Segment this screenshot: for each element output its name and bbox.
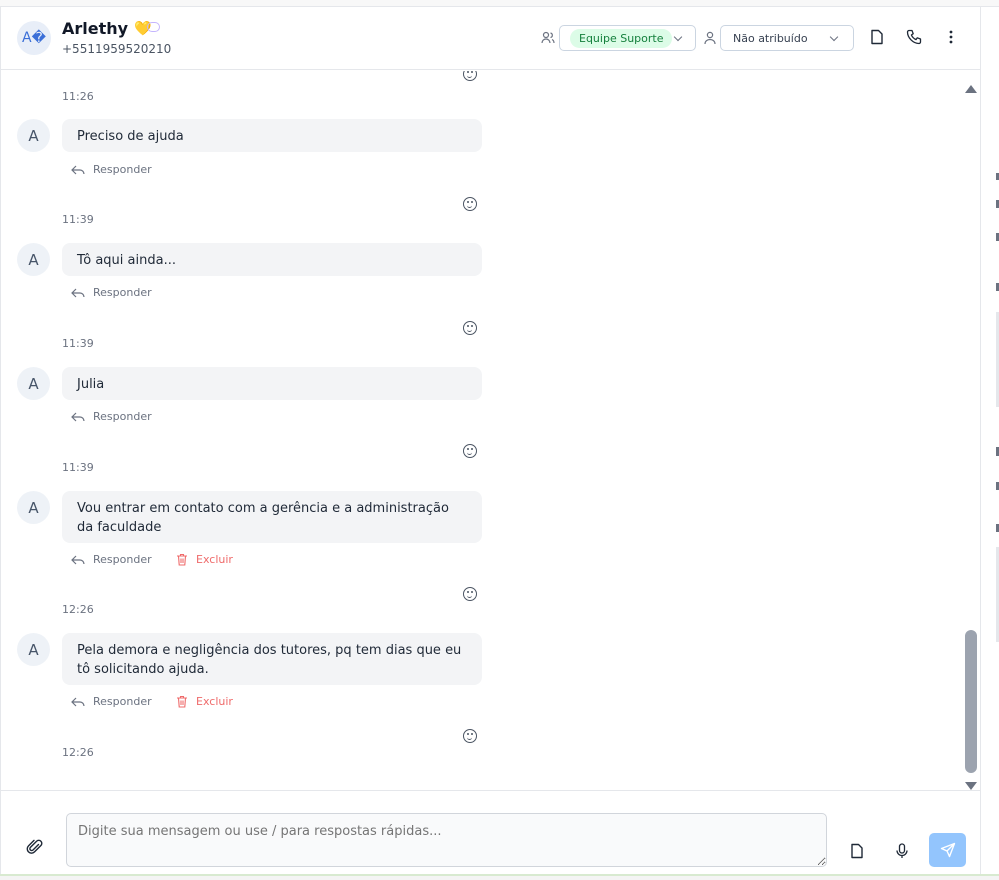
reply-label: Responder <box>93 286 152 299</box>
sender-avatar: A <box>17 119 50 152</box>
emoji-react-icon[interactable] <box>463 321 477 335</box>
reply-icon <box>71 555 85 564</box>
sender-avatar: A <box>17 633 50 666</box>
message-bubble: Tô aqui ainda... <box>62 243 482 276</box>
contact-name-row: Arlethy 💛 <box>62 19 152 38</box>
trash-icon <box>177 553 187 566</box>
reply-label: Responder <box>93 695 152 708</box>
user-icon <box>704 31 716 45</box>
chevron-down-icon <box>829 32 839 42</box>
contact-avatar: A� <box>17 21 51 55</box>
chat-panel: A� Arlethy 💛 +5511959520210 Equipe Supor… <box>0 7 981 874</box>
assignee-select[interactable]: Não atribuído <box>720 25 854 51</box>
chevron-down-icon <box>673 32 683 42</box>
reply-icon <box>71 165 85 174</box>
template-document-icon[interactable] <box>849 843 865 859</box>
reply-button[interactable]: Responder <box>71 286 152 299</box>
send-icon <box>940 842 955 858</box>
document-icon <box>871 29 883 45</box>
notes-button[interactable] <box>868 28 886 46</box>
app: A� Arlethy 💛 +5511959520210 Equipe Supor… <box>0 0 999 880</box>
team-icon <box>541 31 555 44</box>
reply-button[interactable]: Responder <box>71 410 152 423</box>
delete-label: Excluir <box>196 553 233 566</box>
chat-bubble-icon <box>147 22 160 32</box>
reply-icon <box>71 412 85 421</box>
emoji-react-icon[interactable] <box>463 444 477 458</box>
reply-button[interactable]: Responder <box>71 695 152 708</box>
sender-avatar: A <box>17 243 50 276</box>
delete-button[interactable]: Excluir <box>176 695 233 708</box>
sender-avatar: A <box>17 491 50 524</box>
message-bubble: Julia <box>62 367 482 400</box>
scroll-up-arrow[interactable] <box>965 85 977 93</box>
trash-icon <box>177 695 187 708</box>
emoji-react-icon[interactable] <box>463 197 477 211</box>
message-timestamp: 11:39 <box>62 461 94 474</box>
message-input[interactable] <box>66 813 827 867</box>
reply-button[interactable]: Responder <box>71 163 152 176</box>
message-timestamp: 12:26 <box>62 746 94 759</box>
message-timestamp: 11:39 <box>62 213 94 226</box>
reply-icon <box>71 697 85 706</box>
contact-phone: +5511959520210 <box>62 42 172 56</box>
send-button[interactable] <box>929 833 966 867</box>
sender-avatar: A <box>17 367 50 400</box>
emoji-react-icon[interactable] <box>463 729 477 743</box>
phone-icon <box>906 29 922 45</box>
attach-icon[interactable] <box>26 838 44 856</box>
side-panel-edge <box>981 7 999 874</box>
message-timestamp: 12:26 <box>62 603 94 616</box>
message-timestamp: 11:26 <box>62 90 94 103</box>
assignee-label: Não atribuído <box>733 31 808 45</box>
emoji-react-icon[interactable] <box>463 71 477 81</box>
reply-button[interactable]: Responder <box>71 553 152 566</box>
call-button[interactable] <box>905 28 923 46</box>
emoji-react-icon[interactable] <box>463 587 477 601</box>
message-bubble: Vou entrar em contato com a gerência e a… <box>62 491 482 543</box>
reply-label: Responder <box>93 163 152 176</box>
scrollbar-thumb[interactable] <box>965 630 977 773</box>
message-composer <box>1 790 980 874</box>
reply-label: Responder <box>93 553 152 566</box>
more-options-button[interactable] <box>942 28 960 46</box>
scroll-down-arrow[interactable] <box>965 782 977 790</box>
message-bubble: Preciso de ajuda <box>62 119 482 152</box>
reply-label: Responder <box>93 410 152 423</box>
more-vertical-icon <box>949 30 953 44</box>
team-badge: Equipe Suporte <box>570 28 673 48</box>
window-top-edge <box>0 0 999 7</box>
message-list[interactable]: 11:26 A Preciso de ajuda Responder 11:39… <box>1 71 961 790</box>
message-timestamp: 11:39 <box>62 337 94 350</box>
microphone-icon[interactable] <box>895 843 909 859</box>
reply-icon <box>71 288 85 297</box>
team-select[interactable]: Equipe Suporte <box>559 25 696 51</box>
delete-button[interactable]: Excluir <box>176 553 233 566</box>
message-bubble: Pela demora e negligência dos tutores, p… <box>62 633 482 685</box>
window-bottom-edge <box>0 874 999 880</box>
chat-header: A� Arlethy 💛 +5511959520210 Equipe Supor… <box>1 7 980 70</box>
contact-name: Arlethy <box>62 19 129 38</box>
delete-label: Excluir <box>196 695 233 708</box>
